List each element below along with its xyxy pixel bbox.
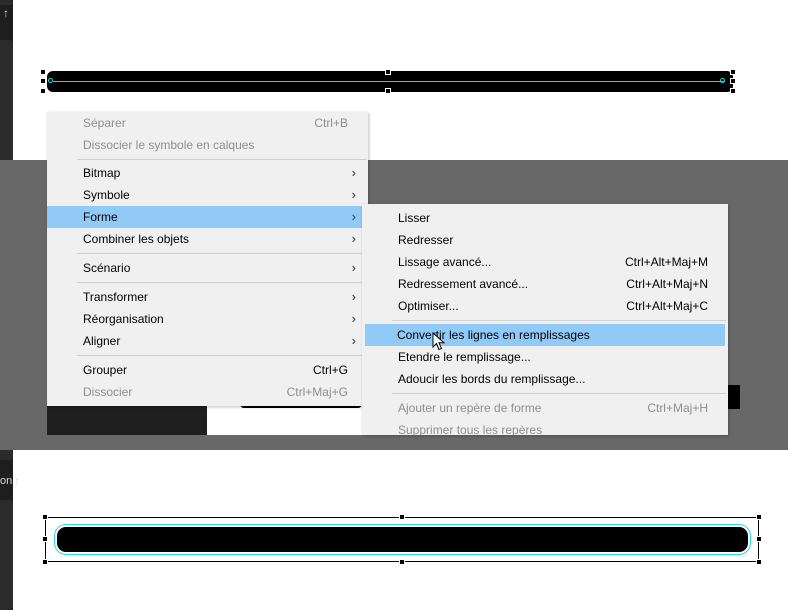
screenshot-backdrop-right <box>740 160 788 450</box>
selection-handle[interactable] <box>385 69 391 75</box>
chevron-right-icon: › <box>351 333 356 348</box>
submenu-item-convertir-lignes[interactable]: Convertir les lignes en remplissages <box>365 324 725 346</box>
selection-handle[interactable] <box>730 88 736 94</box>
panel-label: on <box>0 475 13 487</box>
menu-item-dissocier-symbole[interactable]: Dissocier le symbole en calques <box>47 134 368 156</box>
stroke-shape-fragment <box>727 385 740 409</box>
menu-separator <box>77 159 366 160</box>
editor-dark-area <box>47 406 207 435</box>
menu-item-forme[interactable]: Forme › <box>47 206 368 228</box>
fill-outline-path <box>54 524 751 555</box>
selection-handle[interactable] <box>40 78 46 84</box>
left-panel-section <box>0 500 13 610</box>
menu-item-bitmap[interactable]: Bitmap › <box>47 162 368 184</box>
selection-handle[interactable] <box>730 78 736 84</box>
left-panel-section <box>0 0 13 5</box>
menu-item-symbole[interactable]: Symbole › <box>47 184 368 206</box>
selection-handle[interactable] <box>40 69 46 75</box>
submenu-item-ajouter-repere[interactable]: Ajouter un repère de forme Ctrl+Maj+H <box>362 397 728 419</box>
mouse-cursor-icon <box>432 332 446 351</box>
menu-item-transformer[interactable]: Transformer › <box>47 286 368 308</box>
menu-item-separer[interactable]: Séparer Ctrl+B <box>47 112 368 134</box>
menu-item-combiner-objets[interactable]: Combiner les objets › <box>47 228 368 250</box>
selection-handle[interactable] <box>399 559 405 565</box>
context-menu: Séparer Ctrl+B Dissocier le symbole en c… <box>47 112 368 406</box>
selection-handle[interactable] <box>42 536 48 542</box>
menu-separator <box>392 393 726 394</box>
menu-item-reorganisation[interactable]: Réorganisation › <box>47 308 368 330</box>
submenu-item-supprimer-reperes[interactable]: Supprimer tous les repères <box>362 419 728 435</box>
menu-item-aligner[interactable]: Aligner › <box>47 330 368 352</box>
chevron-right-icon: › <box>351 187 356 202</box>
submenu-item-lisser[interactable]: Lisser <box>362 207 728 229</box>
selection-handle[interactable] <box>399 514 405 520</box>
menu-item-scenario[interactable]: Scénario › <box>47 257 368 279</box>
path-anchor[interactable] <box>48 78 53 83</box>
submenu-item-redressement-avance[interactable]: Redressement avancé... Ctrl+Alt+Maj+N <box>362 273 728 295</box>
selection-handle[interactable] <box>385 88 391 94</box>
chevron-right-icon: › <box>351 289 356 304</box>
submenu-item-adoucir-bords[interactable]: Adoucir les bords du remplissage... <box>362 368 728 390</box>
stage-area <box>207 406 363 435</box>
selection-handle[interactable] <box>756 559 762 565</box>
menu-separator <box>392 320 726 321</box>
submenu-item-lissage-avance[interactable]: Lissage avancé... Ctrl+Alt+Maj+M <box>362 251 728 273</box>
submenu-item-optimiser[interactable]: Optimiser... Ctrl+Alt+Maj+C <box>362 295 728 317</box>
selection-handle[interactable] <box>756 536 762 542</box>
arrow-up-icon[interactable]: ↑ <box>3 6 9 20</box>
selection-handle[interactable] <box>756 514 762 520</box>
selection-handle[interactable] <box>42 514 48 520</box>
chevron-right-icon: › <box>351 260 356 275</box>
selection-path <box>53 81 725 82</box>
menu-separator <box>77 282 366 283</box>
menu-item-grouper[interactable]: Grouper Ctrl+G <box>47 359 368 381</box>
chevron-right-icon: › <box>351 231 356 246</box>
forme-submenu: Lisser Redresser Lissage avancé... Ctrl+… <box>362 204 728 435</box>
selection-handle[interactable] <box>730 69 736 75</box>
submenu-item-etendre-remplissage[interactable]: Etendre le remplissage... <box>362 346 728 368</box>
submenu-item-redresser[interactable]: Redresser <box>362 229 728 251</box>
chevron-right-icon: › <box>351 209 356 224</box>
chevron-right-icon: › <box>351 165 356 180</box>
selection-handle[interactable] <box>42 559 48 565</box>
menu-separator <box>77 355 366 356</box>
path-anchor[interactable] <box>720 78 725 83</box>
menu-separator <box>77 253 366 254</box>
selection-handle[interactable] <box>40 88 46 94</box>
chevron-right-icon: › <box>351 311 356 326</box>
arrow-up-icon[interactable]: ↑ <box>14 474 20 488</box>
menu-item-dissocier[interactable]: Dissocier Ctrl+Maj+G <box>47 381 368 403</box>
